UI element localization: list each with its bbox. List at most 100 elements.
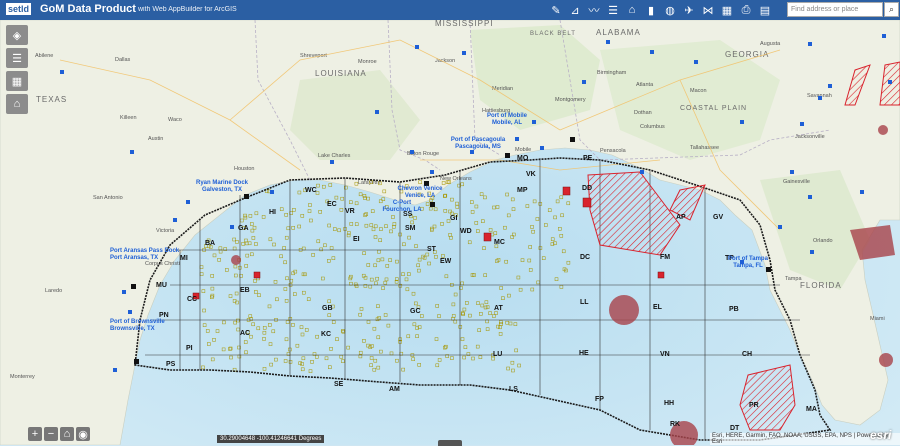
monitoring-marker (860, 190, 864, 194)
city-label: Gainesville (783, 179, 810, 185)
monitoring-marker (122, 290, 126, 294)
city-label: Laredo (45, 288, 62, 294)
monitoring-marker (740, 120, 744, 124)
city-label: Atlanta (636, 82, 654, 88)
area-label: GC (410, 308, 421, 315)
layers-icon[interactable]: ◈ (6, 25, 28, 45)
pen-icon[interactable]: ✎ (548, 2, 564, 18)
basemap-icon[interactable]: ▦ (6, 71, 28, 91)
state-label: BLACK BELT (530, 31, 576, 37)
monitoring-marker (694, 60, 698, 64)
legend-icon[interactable]: ☰ (6, 48, 28, 68)
monitoring-marker (270, 190, 274, 194)
city-label: Austin (148, 136, 163, 142)
search-icon[interactable]: ⌕ (884, 2, 899, 17)
area-label: ST (427, 246, 437, 253)
app-logo: setld (6, 3, 32, 15)
zoom-out-button[interactable]: − (44, 427, 58, 441)
monitoring-marker (60, 70, 64, 74)
area-label: PN (159, 312, 169, 319)
port-marker (570, 137, 575, 142)
locate-icon[interactable]: ◉ (76, 427, 90, 441)
app-title: GoM Data Product (40, 3, 136, 15)
area-label: HE (579, 350, 589, 357)
monitoring-marker (888, 80, 892, 84)
city-label: Dothan (634, 110, 652, 116)
grid-icon[interactable]: ▦ (719, 2, 735, 18)
area-label: PE (583, 155, 593, 162)
area-label: LS (509, 386, 518, 393)
area-label: CC (187, 296, 197, 303)
city-label: Corpus Christi (145, 261, 180, 267)
area-label: MC (494, 239, 505, 246)
table-icon[interactable]: ▤ (757, 2, 773, 18)
area-label: LU (493, 351, 502, 358)
area-label: GB (322, 305, 333, 312)
monitoring-marker (640, 170, 644, 174)
print-icon[interactable]: ⎙ (738, 2, 754, 18)
area-label: CH (742, 351, 752, 358)
area-label: HI (269, 209, 276, 216)
monitoring-marker (606, 40, 610, 44)
layers-list-icon[interactable]: ☰ (605, 2, 621, 18)
app-subtitle: with Web AppBuilder for ArcGIS (138, 6, 237, 13)
city-label: Macon (690, 88, 707, 94)
map-view[interactable]: MISSISSIPPI ALABAMA GEORGIA LOUISIANA TE… (0, 20, 900, 445)
area-label: GV (713, 214, 723, 221)
monitoring-marker (540, 146, 544, 150)
area-label: BA (205, 240, 215, 247)
port-marker (131, 284, 136, 289)
fish-icon[interactable]: ⋈ (700, 2, 716, 18)
home-icon[interactable]: ⌂ (60, 427, 74, 441)
ruler-icon[interactable]: ⊿ (567, 2, 583, 18)
state-label: COASTAL PLAIN (680, 105, 747, 112)
area-label: SE (334, 381, 344, 388)
area-label: LL (580, 299, 589, 306)
site-marker (582, 197, 592, 208)
bookmark-icon[interactable]: ⌂ (6, 94, 28, 114)
state-label: GEORGIA (725, 50, 769, 59)
attribute-table-toggle[interactable] (438, 440, 462, 446)
app-header: setld GoM Data Product with Web AppBuild… (0, 0, 900, 20)
monitoring-marker (810, 250, 814, 254)
area-label: EC (327, 201, 337, 208)
area-label: EW (440, 258, 452, 265)
site-marker (562, 186, 571, 196)
city-label: Jacksonville (795, 134, 825, 140)
area-label: AC (240, 330, 250, 337)
bird-icon[interactable]: ✈ (681, 2, 697, 18)
monitoring-marker (375, 110, 379, 114)
bar-chart-icon[interactable]: ▮ (643, 2, 659, 18)
area-label: AT (494, 305, 504, 312)
monitoring-marker (790, 170, 794, 174)
monitoring-marker (532, 120, 536, 124)
area-label: RK (670, 421, 680, 428)
monitoring-marker (410, 150, 414, 154)
monitoring-marker (882, 34, 886, 38)
city-label: Mobile (515, 147, 531, 153)
state-label: ALABAMA (596, 28, 641, 37)
city-label: Birmingham (597, 70, 627, 76)
area-label: PR (749, 402, 759, 409)
area-label: PI (186, 345, 193, 352)
area-label: EI (353, 236, 360, 243)
area-label: WD (460, 228, 472, 235)
city-label: Houston (234, 166, 255, 172)
city-label: Killeen (120, 115, 137, 121)
city-label: Columbus (640, 124, 665, 130)
area-label: DC (580, 254, 590, 261)
city-label: Orlando (813, 238, 833, 244)
zoom-in-button[interactable]: + (28, 427, 42, 441)
monitoring-marker (582, 80, 586, 84)
chart-icon[interactable]: 〰 (586, 2, 602, 18)
search-input[interactable]: Find address or place (787, 2, 883, 17)
graduation-icon[interactable]: ⌂ (624, 2, 640, 18)
monitoring-marker (515, 137, 519, 141)
map-canvas[interactable]: MISSISSIPPI ALABAMA GEORGIA LOUISIANA TE… (0, 20, 900, 445)
monitoring-marker (462, 51, 466, 55)
city-label: New Orleans (440, 176, 472, 182)
monitoring-marker (828, 84, 832, 88)
area-circle (231, 255, 241, 265)
city-label: San Antonio (93, 195, 123, 201)
globe-icon[interactable]: ◍ (662, 2, 678, 18)
